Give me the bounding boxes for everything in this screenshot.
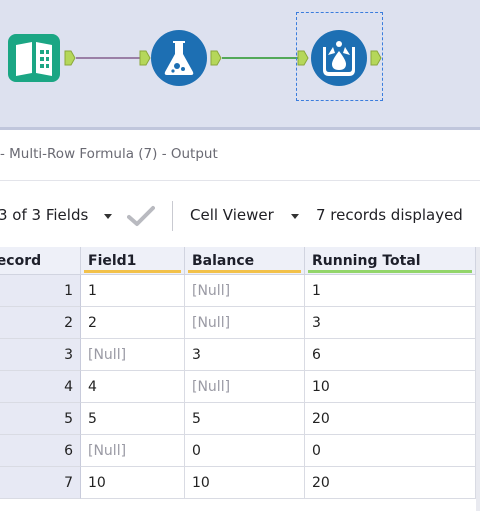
cell-field1[interactable]: 2: [81, 307, 185, 339]
cell-running-total[interactable]: 20: [305, 403, 476, 435]
input-anchor-icon[interactable]: [297, 50, 309, 66]
workflow-canvas[interactable]: [0, 0, 480, 127]
cell-running-total[interactable]: 3: [305, 307, 476, 339]
cell-running-total[interactable]: 0: [305, 435, 476, 467]
column-type-indicator: [84, 270, 181, 273]
cell-field1[interactable]: 4: [81, 371, 185, 403]
row-number[interactable]: 5: [0, 403, 81, 435]
column-header-balance[interactable]: Balance: [185, 247, 305, 275]
table-row[interactable]: 6 [Null] 0 0: [0, 435, 476, 467]
grid-header-row: Record Field1 Balance Running Total: [0, 247, 476, 275]
table-row[interactable]: 7 10 10 20: [0, 467, 476, 499]
table-row[interactable]: 4 4 [Null] 10: [0, 371, 476, 403]
output-anchor-icon[interactable]: [64, 50, 76, 66]
fields-dropdown-chevron-down-icon[interactable]: [104, 214, 112, 219]
cell-balance[interactable]: [Null]: [185, 275, 305, 307]
toolbar-separator: [172, 201, 173, 231]
table-row[interactable]: 3 [Null] 3 6: [0, 339, 476, 371]
cell-viewer-label[interactable]: Cell Viewer: [190, 206, 274, 224]
checkmark-icon[interactable]: [127, 205, 155, 227]
row-number[interactable]: 3: [0, 339, 81, 371]
vertical-scrollbar[interactable]: [476, 247, 480, 511]
cell-viewer-chevron-down-icon[interactable]: [291, 214, 299, 219]
multi-row-formula-icon: [311, 30, 367, 86]
output-anchor-icon[interactable]: [370, 50, 382, 66]
row-number[interactable]: 1: [0, 275, 81, 307]
cell-field1[interactable]: 1: [81, 275, 185, 307]
input-book-icon: [8, 34, 60, 82]
cell-balance[interactable]: [Null]: [185, 371, 305, 403]
row-number[interactable]: 6: [0, 435, 81, 467]
cell-running-total[interactable]: 20: [305, 467, 476, 499]
column-header-running-total[interactable]: Running Total: [305, 247, 476, 275]
records-displayed-label: 7 records displayed: [316, 206, 463, 224]
results-panel-title: - Multi-Row Formula (7) - Output: [0, 146, 218, 162]
results-panel-header: - Multi-Row Formula (7) - Output: [0, 130, 480, 181]
connection-line: [222, 57, 298, 59]
column-header-field1[interactable]: Field1: [81, 247, 185, 275]
cell-field1[interactable]: [Null]: [81, 435, 185, 467]
table-row[interactable]: 2 2 [Null] 3: [0, 307, 476, 339]
cell-field1[interactable]: [Null]: [81, 339, 185, 371]
output-anchor-icon[interactable]: [210, 50, 222, 66]
formula-tool[interactable]: [150, 29, 208, 87]
cell-running-total[interactable]: 1: [305, 275, 476, 307]
table-row[interactable]: 1 1 [Null] 1: [0, 275, 476, 307]
cell-balance[interactable]: 10: [185, 467, 305, 499]
cell-running-total[interactable]: 6: [305, 339, 476, 371]
results-toolbar: 3 of 3 Fields Cell Viewer 7 records disp…: [0, 181, 480, 247]
cell-running-total[interactable]: 10: [305, 371, 476, 403]
multi-row-formula-tool[interactable]: [310, 29, 368, 87]
cell-balance[interactable]: [Null]: [185, 307, 305, 339]
connection-line: [76, 57, 140, 59]
cell-balance[interactable]: 3: [185, 339, 305, 371]
results-grid[interactable]: Record Field1 Balance Running Total 1 1 …: [0, 247, 476, 499]
formula-flask-icon: [151, 30, 207, 86]
cell-field1[interactable]: 10: [81, 467, 185, 499]
cell-field1[interactable]: 5: [81, 403, 185, 435]
input-data-tool[interactable]: [7, 33, 61, 83]
column-type-indicator: [188, 270, 301, 273]
cell-balance[interactable]: 0: [185, 435, 305, 467]
column-header-record[interactable]: Record: [0, 247, 81, 275]
row-number[interactable]: 2: [0, 307, 81, 339]
fields-selector-label[interactable]: 3 of 3 Fields: [0, 206, 88, 224]
row-number[interactable]: 7: [0, 467, 81, 499]
row-number[interactable]: 4: [0, 371, 81, 403]
cell-balance[interactable]: 5: [185, 403, 305, 435]
table-row[interactable]: 5 5 5 20: [0, 403, 476, 435]
column-type-indicator: [308, 270, 472, 273]
